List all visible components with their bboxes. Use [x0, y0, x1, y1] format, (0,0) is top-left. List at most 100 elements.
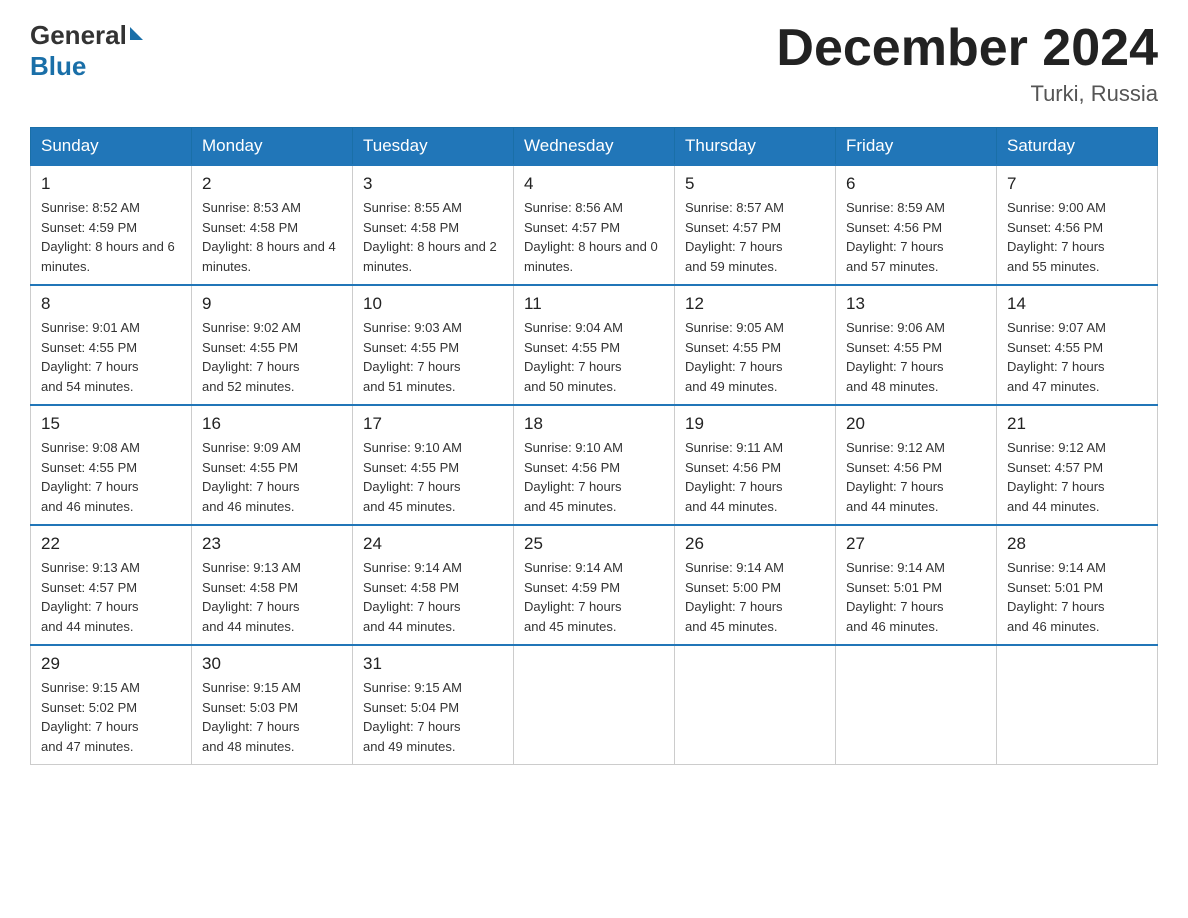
day-info: Sunrise: 9:09 AM Sunset: 4:55 PM Dayligh… [202, 438, 342, 516]
table-row: 24 Sunrise: 9:14 AM Sunset: 4:58 PM Dayl… [353, 525, 514, 645]
table-row: 3 Sunrise: 8:55 AM Sunset: 4:58 PM Dayli… [353, 165, 514, 285]
day-info: Sunrise: 9:00 AM Sunset: 4:56 PM Dayligh… [1007, 198, 1147, 276]
day-number: 12 [685, 294, 825, 314]
day-info: Sunrise: 9:15 AM Sunset: 5:03 PM Dayligh… [202, 678, 342, 756]
col-monday: Monday [192, 128, 353, 166]
day-info: Sunrise: 9:12 AM Sunset: 4:56 PM Dayligh… [846, 438, 986, 516]
day-number: 14 [1007, 294, 1147, 314]
table-row: 13 Sunrise: 9:06 AM Sunset: 4:55 PM Dayl… [836, 285, 997, 405]
table-row: 29 Sunrise: 9:15 AM Sunset: 5:02 PM Dayl… [31, 645, 192, 765]
logo-blue-text: Blue [30, 51, 86, 81]
table-row: 4 Sunrise: 8:56 AM Sunset: 4:57 PM Dayli… [514, 165, 675, 285]
day-number: 25 [524, 534, 664, 554]
day-info: Sunrise: 9:14 AM Sunset: 4:58 PM Dayligh… [363, 558, 503, 636]
day-number: 6 [846, 174, 986, 194]
table-row: 10 Sunrise: 9:03 AM Sunset: 4:55 PM Dayl… [353, 285, 514, 405]
day-number: 2 [202, 174, 342, 194]
table-row: 30 Sunrise: 9:15 AM Sunset: 5:03 PM Dayl… [192, 645, 353, 765]
logo: General Blue [30, 20, 143, 82]
day-number: 9 [202, 294, 342, 314]
day-number: 20 [846, 414, 986, 434]
day-number: 13 [846, 294, 986, 314]
day-info: Sunrise: 8:59 AM Sunset: 4:56 PM Dayligh… [846, 198, 986, 276]
col-saturday: Saturday [997, 128, 1158, 166]
day-info: Sunrise: 9:01 AM Sunset: 4:55 PM Dayligh… [41, 318, 181, 396]
table-row: 19 Sunrise: 9:11 AM Sunset: 4:56 PM Dayl… [675, 405, 836, 525]
day-info: Sunrise: 9:11 AM Sunset: 4:56 PM Dayligh… [685, 438, 825, 516]
day-info: Sunrise: 9:08 AM Sunset: 4:55 PM Dayligh… [41, 438, 181, 516]
day-info: Sunrise: 9:05 AM Sunset: 4:55 PM Dayligh… [685, 318, 825, 396]
day-info: Sunrise: 9:10 AM Sunset: 4:56 PM Dayligh… [524, 438, 664, 516]
table-row: 27 Sunrise: 9:14 AM Sunset: 5:01 PM Dayl… [836, 525, 997, 645]
table-row: 6 Sunrise: 8:59 AM Sunset: 4:56 PM Dayli… [836, 165, 997, 285]
day-number: 17 [363, 414, 503, 434]
day-number: 24 [363, 534, 503, 554]
day-number: 31 [363, 654, 503, 674]
day-number: 27 [846, 534, 986, 554]
table-row: 18 Sunrise: 9:10 AM Sunset: 4:56 PM Dayl… [514, 405, 675, 525]
table-row [997, 645, 1158, 765]
calendar-table: Sunday Monday Tuesday Wednesday Thursday… [30, 127, 1158, 765]
day-number: 22 [41, 534, 181, 554]
day-info: Sunrise: 9:14 AM Sunset: 5:01 PM Dayligh… [846, 558, 986, 636]
day-info: Sunrise: 9:03 AM Sunset: 4:55 PM Dayligh… [363, 318, 503, 396]
page-header: General Blue December 2024 Turki, Russia [30, 20, 1158, 107]
table-row: 28 Sunrise: 9:14 AM Sunset: 5:01 PM Dayl… [997, 525, 1158, 645]
day-info: Sunrise: 9:14 AM Sunset: 5:01 PM Dayligh… [1007, 558, 1147, 636]
logo-general-text: General [30, 20, 127, 51]
day-number: 8 [41, 294, 181, 314]
logo-triangle-icon [130, 27, 143, 40]
calendar-week-row-2: 8 Sunrise: 9:01 AM Sunset: 4:55 PM Dayli… [31, 285, 1158, 405]
day-number: 28 [1007, 534, 1147, 554]
day-info: Sunrise: 9:14 AM Sunset: 5:00 PM Dayligh… [685, 558, 825, 636]
day-info: Sunrise: 9:06 AM Sunset: 4:55 PM Dayligh… [846, 318, 986, 396]
col-thursday: Thursday [675, 128, 836, 166]
day-info: Sunrise: 9:10 AM Sunset: 4:55 PM Dayligh… [363, 438, 503, 516]
day-info: Sunrise: 9:13 AM Sunset: 4:57 PM Dayligh… [41, 558, 181, 636]
table-row: 22 Sunrise: 9:13 AM Sunset: 4:57 PM Dayl… [31, 525, 192, 645]
day-number: 21 [1007, 414, 1147, 434]
day-info: Sunrise: 8:56 AM Sunset: 4:57 PM Dayligh… [524, 198, 664, 276]
table-row: 26 Sunrise: 9:14 AM Sunset: 5:00 PM Dayl… [675, 525, 836, 645]
table-row: 9 Sunrise: 9:02 AM Sunset: 4:55 PM Dayli… [192, 285, 353, 405]
table-row: 14 Sunrise: 9:07 AM Sunset: 4:55 PM Dayl… [997, 285, 1158, 405]
day-info: Sunrise: 9:15 AM Sunset: 5:02 PM Dayligh… [41, 678, 181, 756]
month-title: December 2024 [776, 20, 1158, 77]
col-wednesday: Wednesday [514, 128, 675, 166]
table-row: 2 Sunrise: 8:53 AM Sunset: 4:58 PM Dayli… [192, 165, 353, 285]
table-row: 5 Sunrise: 8:57 AM Sunset: 4:57 PM Dayli… [675, 165, 836, 285]
day-info: Sunrise: 9:02 AM Sunset: 4:55 PM Dayligh… [202, 318, 342, 396]
table-row: 15 Sunrise: 9:08 AM Sunset: 4:55 PM Dayl… [31, 405, 192, 525]
table-row: 12 Sunrise: 9:05 AM Sunset: 4:55 PM Dayl… [675, 285, 836, 405]
day-info: Sunrise: 8:57 AM Sunset: 4:57 PM Dayligh… [685, 198, 825, 276]
day-number: 5 [685, 174, 825, 194]
calendar-header-row: Sunday Monday Tuesday Wednesday Thursday… [31, 128, 1158, 166]
table-row [675, 645, 836, 765]
table-row: 23 Sunrise: 9:13 AM Sunset: 4:58 PM Dayl… [192, 525, 353, 645]
day-info: Sunrise: 8:52 AM Sunset: 4:59 PM Dayligh… [41, 198, 181, 276]
table-row: 25 Sunrise: 9:14 AM Sunset: 4:59 PM Dayl… [514, 525, 675, 645]
table-row: 16 Sunrise: 9:09 AM Sunset: 4:55 PM Dayl… [192, 405, 353, 525]
day-info: Sunrise: 9:14 AM Sunset: 4:59 PM Dayligh… [524, 558, 664, 636]
day-info: Sunrise: 9:15 AM Sunset: 5:04 PM Dayligh… [363, 678, 503, 756]
col-tuesday: Tuesday [353, 128, 514, 166]
day-number: 7 [1007, 174, 1147, 194]
table-row: 7 Sunrise: 9:00 AM Sunset: 4:56 PM Dayli… [997, 165, 1158, 285]
table-row [836, 645, 997, 765]
day-number: 1 [41, 174, 181, 194]
table-row [514, 645, 675, 765]
day-number: 30 [202, 654, 342, 674]
calendar-week-row-1: 1 Sunrise: 8:52 AM Sunset: 4:59 PM Dayli… [31, 165, 1158, 285]
col-sunday: Sunday [31, 128, 192, 166]
day-number: 11 [524, 294, 664, 314]
day-info: Sunrise: 9:13 AM Sunset: 4:58 PM Dayligh… [202, 558, 342, 636]
day-number: 19 [685, 414, 825, 434]
day-info: Sunrise: 9:04 AM Sunset: 4:55 PM Dayligh… [524, 318, 664, 396]
day-info: Sunrise: 8:53 AM Sunset: 4:58 PM Dayligh… [202, 198, 342, 276]
calendar-week-row-4: 22 Sunrise: 9:13 AM Sunset: 4:57 PM Dayl… [31, 525, 1158, 645]
day-number: 29 [41, 654, 181, 674]
title-block: December 2024 Turki, Russia [776, 20, 1158, 107]
day-info: Sunrise: 9:12 AM Sunset: 4:57 PM Dayligh… [1007, 438, 1147, 516]
calendar-week-row-3: 15 Sunrise: 9:08 AM Sunset: 4:55 PM Dayl… [31, 405, 1158, 525]
day-number: 10 [363, 294, 503, 314]
